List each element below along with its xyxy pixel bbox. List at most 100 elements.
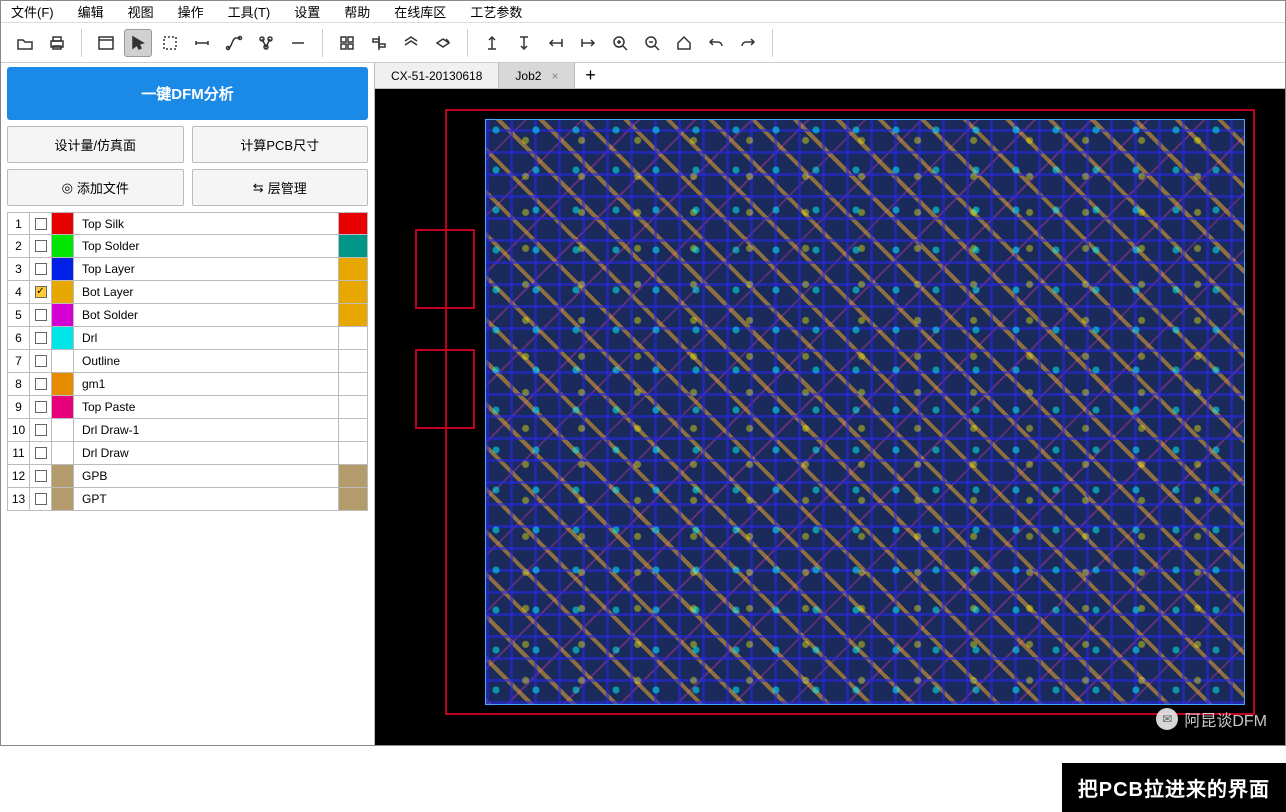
layer-checkbox[interactable] <box>30 373 52 395</box>
menu-item[interactable]: 视图 <box>124 0 158 23</box>
layer-index: 13 <box>8 488 30 510</box>
route-icon[interactable] <box>220 29 248 57</box>
layer-move-icon[interactable] <box>429 29 457 57</box>
menu-item[interactable]: 工艺参数 <box>466 0 526 23</box>
menu-item[interactable]: 在线库区 <box>390 0 450 23</box>
layer-checkbox[interactable] <box>30 465 52 487</box>
layer-color-swatch[interactable] <box>52 442 74 464</box>
anchor-right-icon[interactable] <box>574 29 602 57</box>
layer-row[interactable]: 1Top Silk <box>7 212 368 235</box>
layer-tail-swatch <box>339 488 367 510</box>
print-icon[interactable] <box>43 29 71 57</box>
menu-item[interactable]: 帮助 <box>340 0 374 23</box>
layer-name: Bot Layer <box>74 281 339 303</box>
layer-checkbox[interactable] <box>30 419 52 441</box>
layer-row[interactable]: 2Top Solder <box>7 235 368 258</box>
layer-color-swatch[interactable] <box>52 258 74 280</box>
layer-checkbox[interactable]: ✓ <box>30 281 52 303</box>
zoom-out-icon[interactable] <box>638 29 666 57</box>
layer-name: Top Layer <box>74 258 339 280</box>
anchor-left-icon[interactable] <box>542 29 570 57</box>
anchor-down-icon[interactable] <box>510 29 538 57</box>
layer-row[interactable]: 3Top Layer <box>7 258 368 281</box>
undo-icon[interactable] <box>702 29 730 57</box>
minus-icon[interactable] <box>284 29 312 57</box>
layer-list: 1Top Silk2Top Solder3Top Layer4✓Bot Laye… <box>7 212 368 511</box>
align-icon[interactable] <box>365 29 393 57</box>
layer-index: 9 <box>8 396 30 418</box>
select-rect-icon[interactable] <box>156 29 184 57</box>
layer-row[interactable]: 12GPB <box>7 465 368 488</box>
layer-row[interactable]: 5Bot Solder <box>7 304 368 327</box>
open-icon[interactable] <box>11 29 39 57</box>
layer-tail-swatch <box>339 213 367 234</box>
layer-name: GPB <box>74 465 339 487</box>
layer-row[interactable]: 7Outline <box>7 350 368 373</box>
layer-checkbox[interactable] <box>30 258 52 280</box>
layer-checkbox[interactable] <box>30 304 52 326</box>
layer-color-swatch[interactable] <box>52 488 74 510</box>
layer-checkbox[interactable] <box>30 488 52 510</box>
grid-icon[interactable] <box>333 29 361 57</box>
layer-color-swatch[interactable] <box>52 327 74 349</box>
layer-checkbox[interactable] <box>30 213 52 234</box>
layer-row[interactable]: 9Top Paste <box>7 396 368 419</box>
anchor-up-icon[interactable] <box>478 29 506 57</box>
layer-row[interactable]: 13 GPT <box>7 488 368 511</box>
layer-checkbox[interactable] <box>30 442 52 464</box>
cursor-icon[interactable] <box>124 29 152 57</box>
connector-outline <box>415 229 475 309</box>
pcb-viewport[interactable]: ✉ 阿昆谈DFM <box>375 89 1285 745</box>
document-tab[interactable]: CX-51-20130618 <box>375 63 499 88</box>
home-icon[interactable] <box>670 29 698 57</box>
tab-label: CX-51-20130618 <box>391 69 482 83</box>
layer-checkbox[interactable] <box>30 235 52 257</box>
layer-row[interactable]: 6Drl <box>7 327 368 350</box>
layer-name: Outline <box>74 350 339 372</box>
menu-item[interactable]: 编辑 <box>74 0 108 23</box>
measure-icon[interactable] <box>188 29 216 57</box>
layer-color-swatch[interactable] <box>52 465 74 487</box>
layer-color-swatch[interactable] <box>52 419 74 441</box>
layer-checkbox[interactable] <box>30 396 52 418</box>
layer-manage-button[interactable]: ⇆层管理 <box>192 169 369 206</box>
net-icon[interactable] <box>252 29 280 57</box>
layer-name: Bot Solder <box>74 304 339 326</box>
layer-row[interactable]: 4✓Bot Layer <box>7 281 368 304</box>
layer-name: GPT <box>74 488 339 510</box>
layer-checkbox[interactable] <box>30 327 52 349</box>
layer-row[interactable]: 11Drl Draw <box>7 442 368 465</box>
layer-index: 11 <box>8 442 30 464</box>
layer-row[interactable]: 10Drl Draw-1 <box>7 419 368 442</box>
menu-item[interactable]: 设置 <box>290 0 324 23</box>
layer-row[interactable]: 8gm1 <box>7 373 368 396</box>
window-icon[interactable] <box>92 29 120 57</box>
layer-tail-swatch <box>339 327 367 349</box>
dfm-analyze-button[interactable]: 一键DFM分析 <box>7 67 368 120</box>
menu-item[interactable]: 文件(F) <box>7 0 58 23</box>
layer-color-swatch[interactable] <box>52 213 74 234</box>
layer-checkbox[interactable] <box>30 350 52 372</box>
layer-color-swatch[interactable] <box>52 350 74 372</box>
menu-item[interactable]: 操作 <box>174 0 208 23</box>
connector-outline <box>415 349 475 429</box>
tab-label: Job2 <box>515 69 541 83</box>
layer-color-swatch[interactable] <box>52 281 74 303</box>
close-icon[interactable]: × <box>551 69 558 83</box>
layer-index: 8 <box>8 373 30 395</box>
layer-color-swatch[interactable] <box>52 304 74 326</box>
layer-color-swatch[interactable] <box>52 373 74 395</box>
layer-color-swatch[interactable] <box>52 396 74 418</box>
layer-tail-swatch <box>339 235 367 257</box>
calc-size-button[interactable]: 计算PCB尺寸 <box>192 126 369 163</box>
add-tab-button[interactable]: + <box>575 63 605 88</box>
document-tab[interactable]: Job2 × <box>499 63 575 88</box>
redo-icon[interactable] <box>734 29 762 57</box>
toolbar <box>1 23 1285 63</box>
design-sim-button[interactable]: 设计量/仿真面 <box>7 126 184 163</box>
menu-item[interactable]: 工具(T) <box>224 0 275 23</box>
layer-color-swatch[interactable] <box>52 235 74 257</box>
zoom-in-icon[interactable] <box>606 29 634 57</box>
add-file-button[interactable]: ◎添加文件 <box>7 169 184 206</box>
layer-up-icon[interactable] <box>397 29 425 57</box>
